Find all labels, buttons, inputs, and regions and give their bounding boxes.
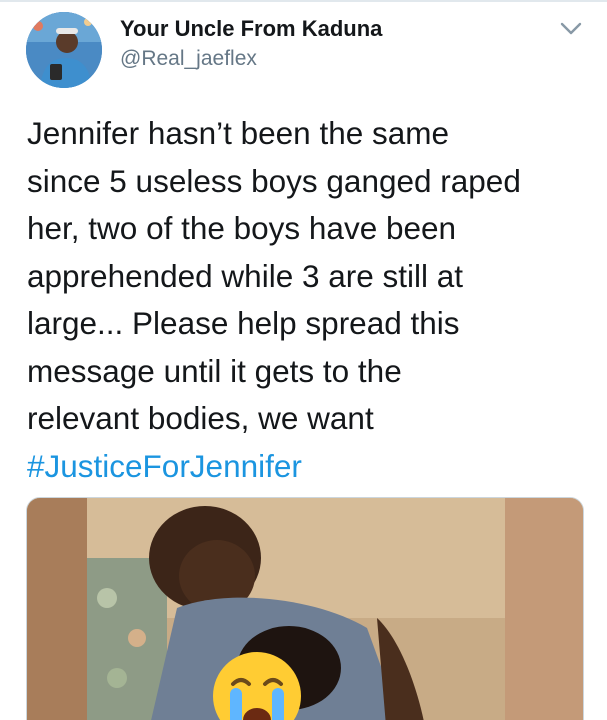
avatar[interactable] (26, 12, 102, 88)
chevron-down-icon[interactable] (556, 14, 586, 44)
tweet-text-line: Jennifer hasn’t been the same (27, 115, 450, 151)
tweet-text: Jennifer hasn’t been the same since 5 us… (27, 110, 592, 490)
media-image (27, 498, 583, 720)
tweet-text-line: relevant bodies, we want (27, 400, 374, 436)
display-name[interactable]: Your Uncle From Kaduna (120, 16, 382, 42)
avatar-image (26, 12, 102, 88)
tweet-text-line: message until it gets to the (27, 352, 402, 389)
username-handle[interactable]: @Real_jaeflex (120, 47, 257, 71)
divider (0, 0, 607, 2)
tweet-card: Your Uncle From Kaduna @Real_jaeflex Jen… (0, 0, 607, 720)
tweet-text-line: apprehended while 3 are still at (27, 257, 464, 294)
tweet-media[interactable] (26, 497, 584, 720)
tweet-text-line: since 5 useless boys ganged raped (27, 162, 521, 199)
tweet-text-line: her, two of the boys have been (27, 210, 457, 246)
hashtag-link[interactable]: #JusticeForJennifer (27, 443, 592, 491)
tweet-text-line: large... Please help spread this (27, 305, 460, 341)
